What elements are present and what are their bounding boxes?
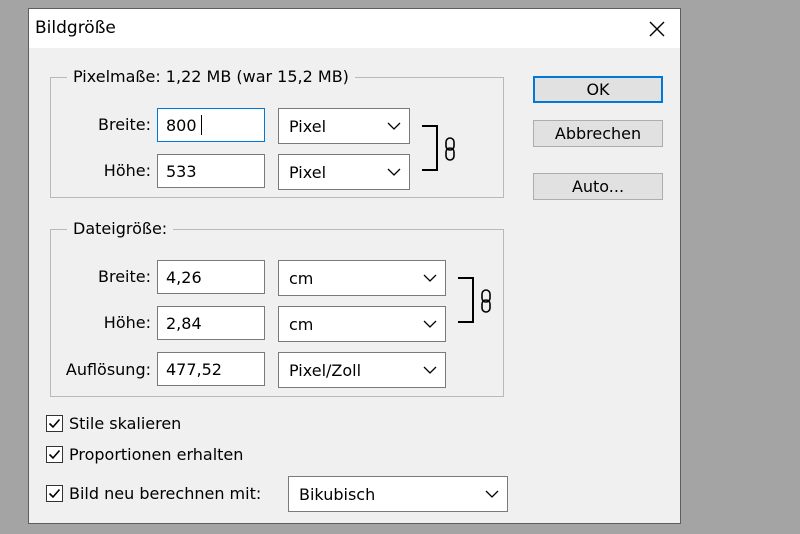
image-size-dialog: Bildgröße Pixelmaße: 1,22 MB (war 15,2 M…: [28, 8, 681, 524]
resolution-input[interactable]: [157, 352, 265, 386]
doc-width-unit-select[interactable]: cm: [278, 260, 446, 296]
resolution-label: Auflösung:: [65, 360, 151, 379]
chevron-down-icon: [387, 168, 401, 176]
resample-label: Bild neu berechnen mit:: [69, 484, 262, 503]
cancel-button[interactable]: Abbrechen: [533, 120, 663, 147]
pixel-width-unit-select[interactable]: Pixel: [278, 108, 410, 144]
pixel-dimensions-legend: Pixelmaße: 1,22 MB (war 15,2 MB): [67, 67, 355, 86]
title-bar: Bildgröße: [29, 9, 680, 48]
checkmark-icon: [48, 449, 61, 460]
pixel-width-unit-value: Pixel: [289, 117, 327, 136]
ok-button[interactable]: OK: [533, 76, 663, 103]
chevron-down-icon: [423, 320, 437, 328]
chevron-down-icon: [423, 274, 437, 282]
text-caret: [201, 115, 202, 135]
close-button[interactable]: [634, 9, 680, 48]
checkmark-icon: [48, 488, 61, 499]
pixel-width-input[interactable]: [157, 108, 265, 142]
chevron-down-icon: [423, 366, 437, 374]
doc-height-label: Höhe:: [103, 313, 151, 332]
constrain-proportions-checkbox[interactable]: [46, 446, 63, 463]
resolution-unit-value: Pixel/Zoll: [289, 361, 362, 380]
doc-height-input[interactable]: [157, 306, 265, 340]
pixel-link-bracket: [422, 125, 438, 171]
resample-checkbox[interactable]: [46, 485, 63, 502]
checkmark-icon: [48, 418, 61, 429]
doc-width-unit-value: cm: [289, 269, 314, 288]
resample-method-select[interactable]: Bikubisch: [288, 476, 508, 512]
chevron-down-icon: [485, 490, 499, 498]
close-icon: [649, 21, 665, 36]
pixel-height-unit-select[interactable]: Pixel: [278, 154, 410, 190]
document-link-bracket: [458, 277, 474, 323]
doc-width-input[interactable]: [157, 260, 265, 294]
doc-height-unit-select[interactable]: cm: [278, 306, 446, 342]
document-size-legend: Dateigröße:: [67, 219, 174, 238]
auto-button[interactable]: Auto...: [533, 173, 663, 200]
pixel-height-unit-value: Pixel: [289, 163, 327, 182]
doc-height-unit-value: cm: [289, 315, 314, 334]
scale-styles-checkbox[interactable]: [46, 415, 63, 432]
resample-method-value: Bikubisch: [299, 485, 376, 504]
resolution-unit-select[interactable]: Pixel/Zoll: [278, 352, 446, 388]
doc-width-label: Breite:: [98, 267, 151, 286]
constrain-proportions-label: Proportionen erhalten: [69, 445, 244, 464]
chain-link-icon: [481, 289, 491, 313]
chevron-down-icon: [387, 122, 401, 130]
scale-styles-label: Stile skalieren: [69, 414, 182, 433]
pixel-height-label: Höhe:: [103, 161, 151, 180]
pixel-height-input[interactable]: [157, 154, 265, 188]
chain-link-icon: [445, 137, 455, 161]
pixel-width-label: Breite:: [98, 115, 151, 134]
dialog-title: Bildgröße: [35, 18, 116, 38]
